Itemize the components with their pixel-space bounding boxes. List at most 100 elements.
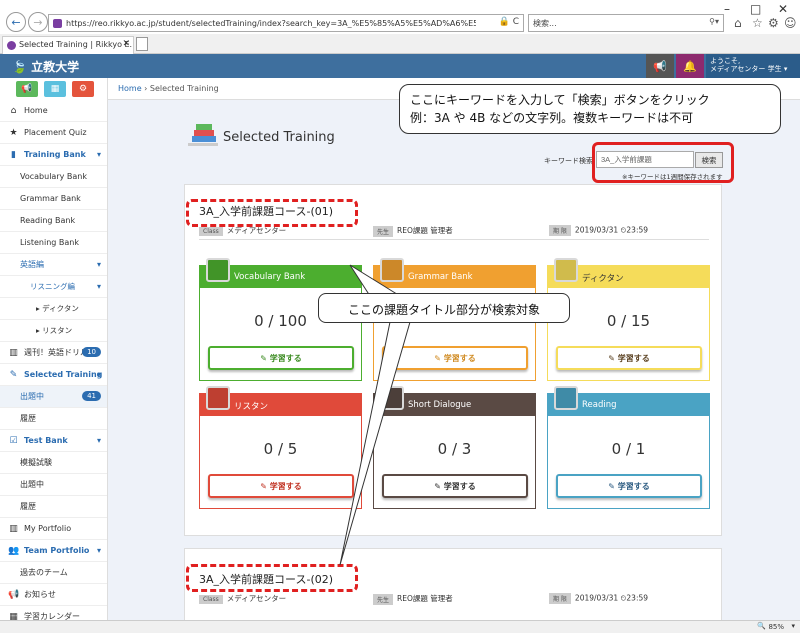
sidebar-item-reading[interactable]: Reading Bank [0,210,107,232]
sidebar-label: 模擬試験 [20,458,52,467]
new-tab-button[interactable] [136,37,148,51]
tab-title: Selected Training | Rikkyo E... [19,40,134,49]
sidebar-label: Selected Training [24,370,103,379]
minimize-icon[interactable]: – [724,2,730,16]
megaphone-icon[interactable]: 📢 [646,54,674,78]
sidebar-label: Grammar Bank [20,194,81,203]
date-value: 2019/03/31 [574,593,619,603]
sidebar-item-news[interactable]: 📢 お知らせ [0,584,107,606]
study-button[interactable]: ✎ 学習する [382,346,528,370]
sidebar-item-rireki2[interactable]: 履歴 [0,496,107,518]
maximize-icon[interactable]: □ [750,2,761,16]
study-button[interactable]: ✎ 学習する [208,474,354,498]
sidebar-item-portfolio[interactable]: ▥ My Portfolio [0,518,107,540]
sidebar-item-listan[interactable]: ▸ リスタン [0,320,107,342]
card-header: Short Dialogue [374,386,535,416]
forward-icon[interactable]: → [28,12,48,32]
course-panel: 3A_入学前課題コース-(01) Class メディアセンター 先生 REO課題 管… [184,184,722,536]
sidebar-item-listening-jp[interactable]: リスニング編 ▾ [0,276,107,298]
sidebar-label: Team Portfolio [24,546,90,555]
settings-tool-icon[interactable]: ⚙ [72,81,94,97]
browser-tab[interactable]: Selected Training | Rikkyo E... ✕ [2,36,134,54]
highlight-box [592,142,734,183]
class-tag: Class [199,226,223,236]
sidebar-item-eigo[interactable]: 英語編 ▾ [0,254,107,276]
sidebar-item-team[interactable]: 👥 Team Portfolio ▾ [0,540,107,562]
card-header: リスタン [200,386,361,416]
training-card: ディクタン 0 / 15 ✎ 学習する [547,258,710,381]
sidebar-label: Listening Bank [20,238,79,247]
home-icon[interactable]: ⌂ [734,16,742,30]
sidebar-item-past-team[interactable]: 過去のチーム [0,562,107,584]
chevron-down-icon: ▾ [96,436,101,445]
study-button[interactable]: ✎ 学習する [556,474,702,498]
browser-search-input[interactable]: 検索... ⚲▾ [528,14,724,32]
sidebar-tools: 📢 ▦ ⚙ [0,78,107,100]
sidebar-label: 英語編 [20,260,44,269]
star-icon[interactable]: ☆ [752,16,763,30]
sidebar-item-shutsudai2[interactable]: 出題中 [0,474,107,496]
logo[interactable]: 🍃 立教大学 [12,58,79,75]
address-bar[interactable]: https://reo.rikkyo.ac.jp/student/selecte… [48,14,524,32]
bell-icon[interactable]: 🔔 [676,54,704,78]
study-button[interactable]: ✎ 学習する [382,474,528,498]
sidebar-label: ディクタン [42,304,79,313]
card-title: Vocabulary Bank [234,272,306,282]
keyword-label: キーワード検索 [544,157,593,165]
sidebar-label: 過去のチーム [20,568,68,577]
lock-refresh-icon[interactable]: 🔒 C [499,17,519,27]
tab-close-icon[interactable]: ✕ [122,39,130,49]
url-text: https://reo.rikkyo.ac.jp/student/selecte… [66,18,476,28]
callout-line1: ここにキーワードを入力して「検索」ボタンをクリック [410,93,710,107]
sidebar-label: 履歴 [20,414,36,423]
team-icon: 👥 [8,545,20,556]
card-header: Grammar Bank [374,258,535,288]
sidebar-label: Reading Bank [20,216,76,225]
back-icon[interactable]: ← [6,12,26,32]
gear-icon[interactable]: ⚙ [768,16,779,30]
search-icon[interactable]: ⚲▾ [709,17,719,26]
card-header: Vocabulary Bank [200,258,361,288]
zoom-icon[interactable]: 🔍 [757,622,766,630]
breadcrumb-home[interactable]: Home [118,84,142,93]
chevron-down-icon[interactable]: ▾ [791,622,795,630]
study-button[interactable]: ✎ 学習する [556,346,702,370]
pencil-icon: ✎ [260,353,270,363]
sidebar-item-dictan[interactable]: ▸ ディクタン [0,298,107,320]
card-title: リスタン [234,402,269,412]
sidebar-item-training-bank[interactable]: ▮ Training Bank ▾ [0,144,107,166]
megaphone-tool-icon[interactable]: 📢 [16,81,38,97]
sidebar-item-shutsudai[interactable]: 出題中 41 [0,386,107,408]
sidebar-item-test-bank[interactable]: ☑ Test Bank ▾ [0,430,107,452]
site-icon [53,18,62,28]
main-content: Home › Selected Training Selected Traini… [108,78,800,628]
chevron-down-icon: ▾ [96,260,101,269]
sidebar-item-listening[interactable]: Listening Bank [0,232,107,254]
study-button[interactable]: ✎ 学習する [208,346,354,370]
card-title: Short Dialogue [408,400,472,410]
course-meta: Class メディアセンター 先生 REO課題 管理者 期 限 2019/03/31 … [199,593,709,605]
sidebar-item-placement[interactable]: ★ Placement Quiz [0,122,107,144]
sidebar-item-vocab[interactable]: Vocabulary Bank [0,166,107,188]
close-icon[interactable]: ✕ [778,2,788,16]
sidebar-item-grammar[interactable]: Grammar Bank [0,188,107,210]
time-value: 23:59 [626,225,649,235]
sidebar-item-home[interactable]: ⌂ Home [0,100,107,122]
breadcrumb-current: Selected Training [149,84,219,93]
sidebar-item-mogi[interactable]: 模擬試験 [0,452,107,474]
star-icon: ★ [9,127,18,138]
pencil-icon: ✎ [260,481,270,491]
teacher-value: REO課題 管理者 [397,226,453,235]
sidebar-item-selected[interactable]: ✎ Selected Training ▾ [0,364,107,386]
smiley-icon[interactable]: ☺ [784,16,797,30]
calendar-tool-icon[interactable]: ▦ [44,81,66,97]
study-button-label: 学習する [617,481,650,491]
zoom-level[interactable]: 85% [768,623,784,631]
sidebar-item-weekly[interactable]: ▥ 週刊！英語ドリル 10 [0,342,107,364]
date-tag: 期 限 [549,225,571,236]
training-card: Vocabulary Bank 0 / 100 ✎ 学習する [199,258,362,381]
user-menu[interactable]: ようこそ, メディアセンター 学生 ▾ [706,54,800,78]
chevron-down-icon: ▾ [96,546,101,555]
user-name-row: メディアセンター 学生 ▾ [710,65,800,73]
sidebar-item-rireki[interactable]: 履歴 [0,408,107,430]
